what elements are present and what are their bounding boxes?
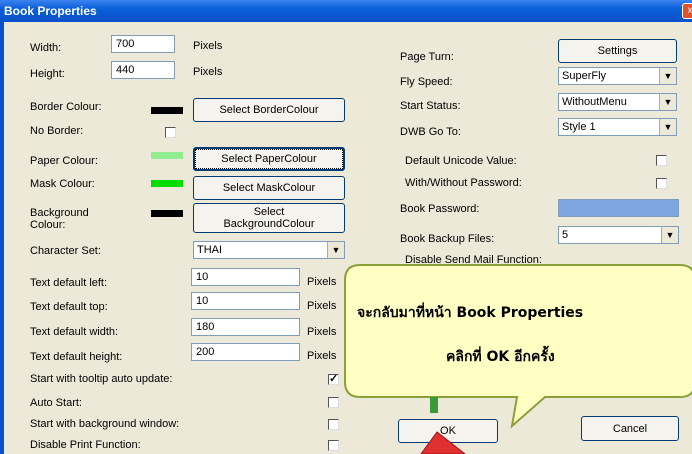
auto-start-checkbox[interactable] xyxy=(328,397,339,408)
fly-speed-label: Fly Speed: xyxy=(400,76,453,88)
tooltip-auto-update-label: Start with tooltip auto update: xyxy=(30,373,173,385)
with-without-password-checkbox[interactable] xyxy=(656,178,667,189)
book-backup-dropdown[interactable]: 5 ▼ xyxy=(558,226,679,244)
default-unicode-checkbox[interactable] xyxy=(656,155,667,166)
character-set-dropdown[interactable]: THAI ▼ xyxy=(193,241,345,259)
paper-colour-swatch xyxy=(151,152,183,159)
start-status-label: Start Status: xyxy=(400,100,461,112)
paper-colour-label: Paper Colour: xyxy=(30,155,98,167)
text-top-label: Text default top: xyxy=(30,301,108,313)
chevron-down-icon[interactable]: ▼ xyxy=(659,94,676,110)
height-label: Height: xyxy=(30,68,65,80)
select-background-colour-line1: Select xyxy=(253,206,285,218)
dwb-goto-dropdown[interactable]: Style 1 ▼ xyxy=(558,118,677,136)
character-set-value: THAI xyxy=(197,244,223,256)
default-unicode-label: Default Unicode Value: xyxy=(405,155,517,167)
text-height-input[interactable]: 200 xyxy=(191,343,300,361)
chevron-down-icon[interactable]: ▼ xyxy=(661,227,678,243)
background-colour-swatch xyxy=(151,210,183,217)
text-height-unit: Pixels xyxy=(307,350,337,362)
select-mask-colour-button[interactable]: Select MaskColour xyxy=(193,176,345,200)
settings-button[interactable]: Settings xyxy=(558,39,677,63)
text-width-label: Text default width: xyxy=(30,326,119,338)
book-properties-window: Book Properties x Width: 700 Pixels Heig… xyxy=(0,0,692,454)
window-title: Book Properties xyxy=(4,4,97,18)
auto-start-label: Auto Start: xyxy=(30,397,82,409)
fly-speed-dropdown[interactable]: SuperFly ▼ xyxy=(558,67,677,85)
pointer-arrow-icon xyxy=(420,431,466,454)
select-border-colour-button[interactable]: Select BorderColour xyxy=(193,98,345,122)
chevron-down-icon[interactable]: ▼ xyxy=(659,119,676,135)
no-border-checkbox[interactable] xyxy=(165,127,176,138)
select-paper-colour-button[interactable]: Select PaperColour xyxy=(193,147,345,171)
chevron-down-icon[interactable]: ▼ xyxy=(659,68,676,84)
text-height-label: Text default height: xyxy=(30,351,123,363)
window-left-border xyxy=(0,22,4,454)
select-background-colour-line2: BackgroundColour xyxy=(223,218,315,230)
text-top-unit: Pixels xyxy=(307,300,337,312)
border-colour-label: Border Colour: xyxy=(30,101,102,113)
text-width-unit: Pixels xyxy=(307,326,337,338)
disable-send-mail-label: Disable Send Mail Function: xyxy=(405,254,542,266)
cancel-button[interactable]: Cancel xyxy=(581,416,679,441)
text-width-input[interactable]: 180 xyxy=(191,318,300,336)
with-without-password-label: With/Without Password: xyxy=(405,177,522,189)
page-turn-label: Page Turn: xyxy=(400,51,454,63)
text-top-input[interactable]: 10 xyxy=(191,292,300,310)
book-backup-value: 5 xyxy=(562,229,569,241)
close-icon[interactable]: x xyxy=(682,3,692,19)
border-colour-swatch xyxy=(151,107,183,114)
start-status-dropdown[interactable]: WithoutMenu ▼ xyxy=(558,93,677,111)
callout-line-2: คลิกที่ OK อีกครั้ง xyxy=(446,349,555,365)
character-set-label: Character Set: xyxy=(30,245,101,257)
mask-colour-swatch xyxy=(151,180,183,187)
width-input[interactable]: 700 xyxy=(111,35,175,53)
height-unit: Pixels xyxy=(193,66,223,78)
text-left-unit: Pixels xyxy=(307,276,337,288)
callout-line-1: จะกลับมาที่หน้า Book Properties xyxy=(357,305,584,321)
title-bar: Book Properties x xyxy=(0,0,692,22)
text-left-label: Text default left: xyxy=(30,277,108,289)
height-input[interactable]: 440 xyxy=(111,61,175,79)
tooltip-auto-update-checkbox[interactable]: ✓ xyxy=(328,374,339,385)
background-colour-label-line2: Colour: xyxy=(30,219,66,231)
disable-print-checkbox[interactable] xyxy=(328,440,339,451)
select-background-colour-button[interactable]: Select BackgroundColour xyxy=(193,203,345,233)
dwb-goto-value: Style 1 xyxy=(562,121,596,133)
disable-print-label: Disable Print Function: xyxy=(30,439,141,451)
book-backup-label: Book Backup Files: xyxy=(400,233,495,245)
width-label: Width: xyxy=(30,42,62,54)
book-password-label: Book Password: xyxy=(400,203,480,215)
book-password-input[interactable] xyxy=(558,199,679,217)
chevron-down-icon[interactable]: ▼ xyxy=(327,242,344,258)
dwb-goto-label: DWB Go To: xyxy=(400,126,461,138)
start-status-value: WithoutMenu xyxy=(562,96,627,108)
background-colour-label-line1: Background xyxy=(30,207,89,219)
width-unit: Pixels xyxy=(193,40,223,52)
text-left-input[interactable]: 10 xyxy=(191,268,300,286)
background-window-checkbox[interactable] xyxy=(328,419,339,430)
no-border-label: No Border: xyxy=(30,125,84,137)
background-window-label: Start with background window: xyxy=(30,418,180,430)
fly-speed-value: SuperFly xyxy=(562,70,607,82)
mask-colour-label: Mask Colour: xyxy=(30,178,95,190)
